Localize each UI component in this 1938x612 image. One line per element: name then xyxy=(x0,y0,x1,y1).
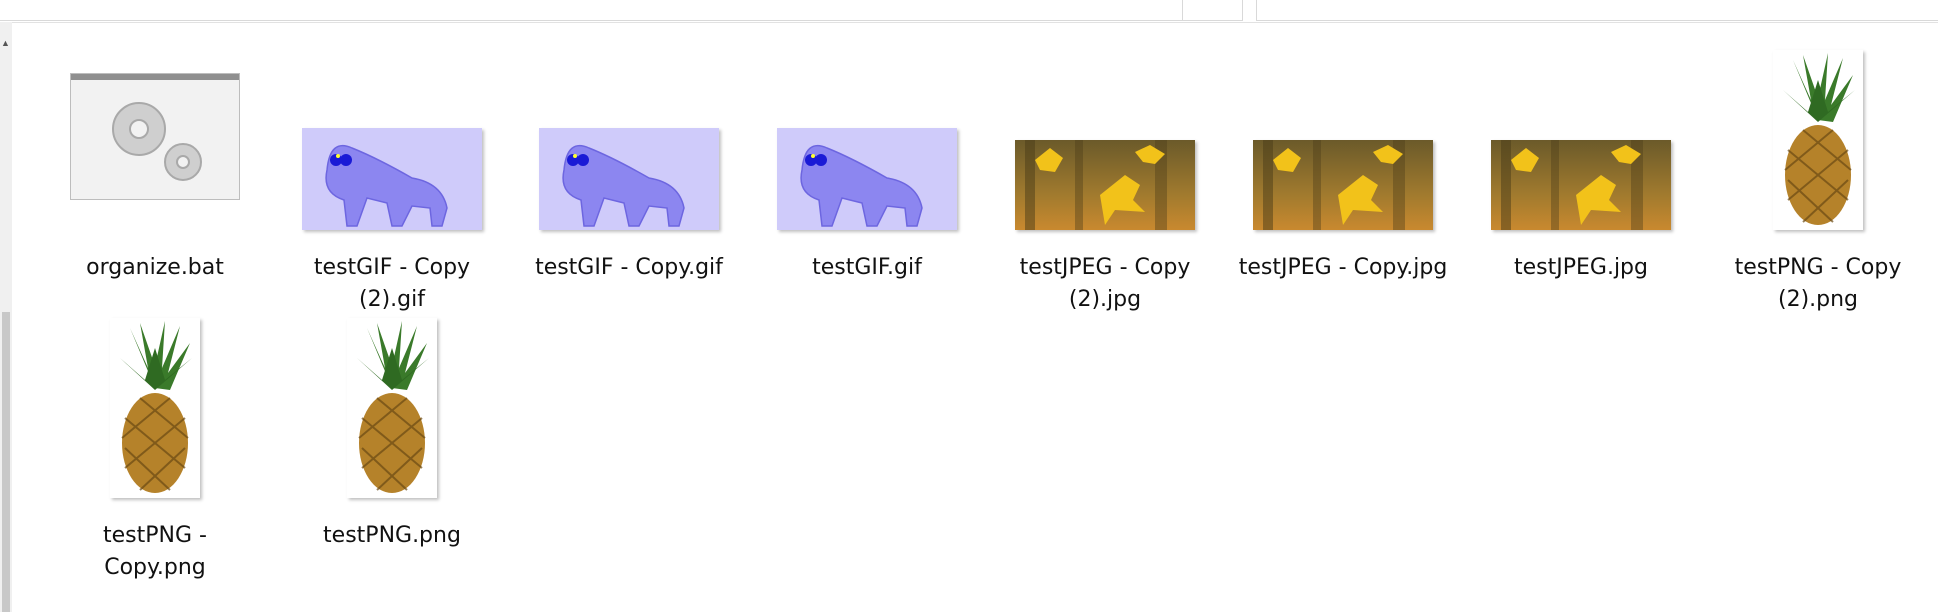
file-item[interactable]: testGIF.gif xyxy=(752,30,982,284)
file-item[interactable]: testGIF - Copy.gif xyxy=(514,30,744,284)
scroll-up-arrow-icon[interactable]: ▲ xyxy=(1,38,10,48)
file-name: testJPEG.jpg xyxy=(1514,255,1648,280)
file-item[interactable]: testPNG - Copy (2).png xyxy=(1703,30,1933,316)
address-bar[interactable] xyxy=(0,0,1183,21)
file-name: testPNG - Copy.png xyxy=(103,523,207,580)
gif-thumbnail xyxy=(539,128,719,230)
png-thumbnail xyxy=(1773,50,1863,230)
file-item[interactable]: testPNG - Copy.png xyxy=(40,298,270,584)
gif-thumbnail xyxy=(302,128,482,230)
batch-file-icon xyxy=(70,73,240,200)
file-name: testGIF.gif xyxy=(812,255,922,280)
vertical-scrollbar[interactable]: ▲ xyxy=(0,22,12,612)
file-name: testJPEG - Copy.jpg xyxy=(1238,255,1448,280)
file-item[interactable]: testJPEG - Copy.jpg xyxy=(1228,30,1458,284)
file-item[interactable]: testGIF - Copy (2).gif xyxy=(277,30,507,316)
search-box[interactable] xyxy=(1256,0,1938,21)
refresh-button[interactable] xyxy=(1182,0,1243,21)
file-name: organize.bat xyxy=(86,255,224,280)
jpg-thumbnail xyxy=(1015,140,1195,230)
top-bar xyxy=(0,0,1938,23)
file-item[interactable]: testJPEG.jpg xyxy=(1466,30,1696,284)
png-thumbnail xyxy=(110,318,200,498)
file-name: testPNG.png xyxy=(323,523,461,548)
file-item[interactable]: organize.bat xyxy=(40,30,270,284)
file-item[interactable]: testJPEG - Copy (2).jpg xyxy=(990,30,1220,316)
jpg-thumbnail xyxy=(1491,140,1671,230)
jpg-thumbnail xyxy=(1253,140,1433,230)
scrollbar-thumb[interactable] xyxy=(2,312,10,612)
file-name: testPNG - Copy (2).png xyxy=(1734,255,1902,312)
file-name: testGIF - Copy.gif xyxy=(535,255,723,280)
png-thumbnail xyxy=(347,318,437,498)
file-item[interactable]: testPNG.png xyxy=(277,298,507,552)
gif-thumbnail xyxy=(777,128,957,230)
gear-icon xyxy=(112,102,202,181)
file-name: testJPEG - Copy (2).jpg xyxy=(1019,255,1191,312)
